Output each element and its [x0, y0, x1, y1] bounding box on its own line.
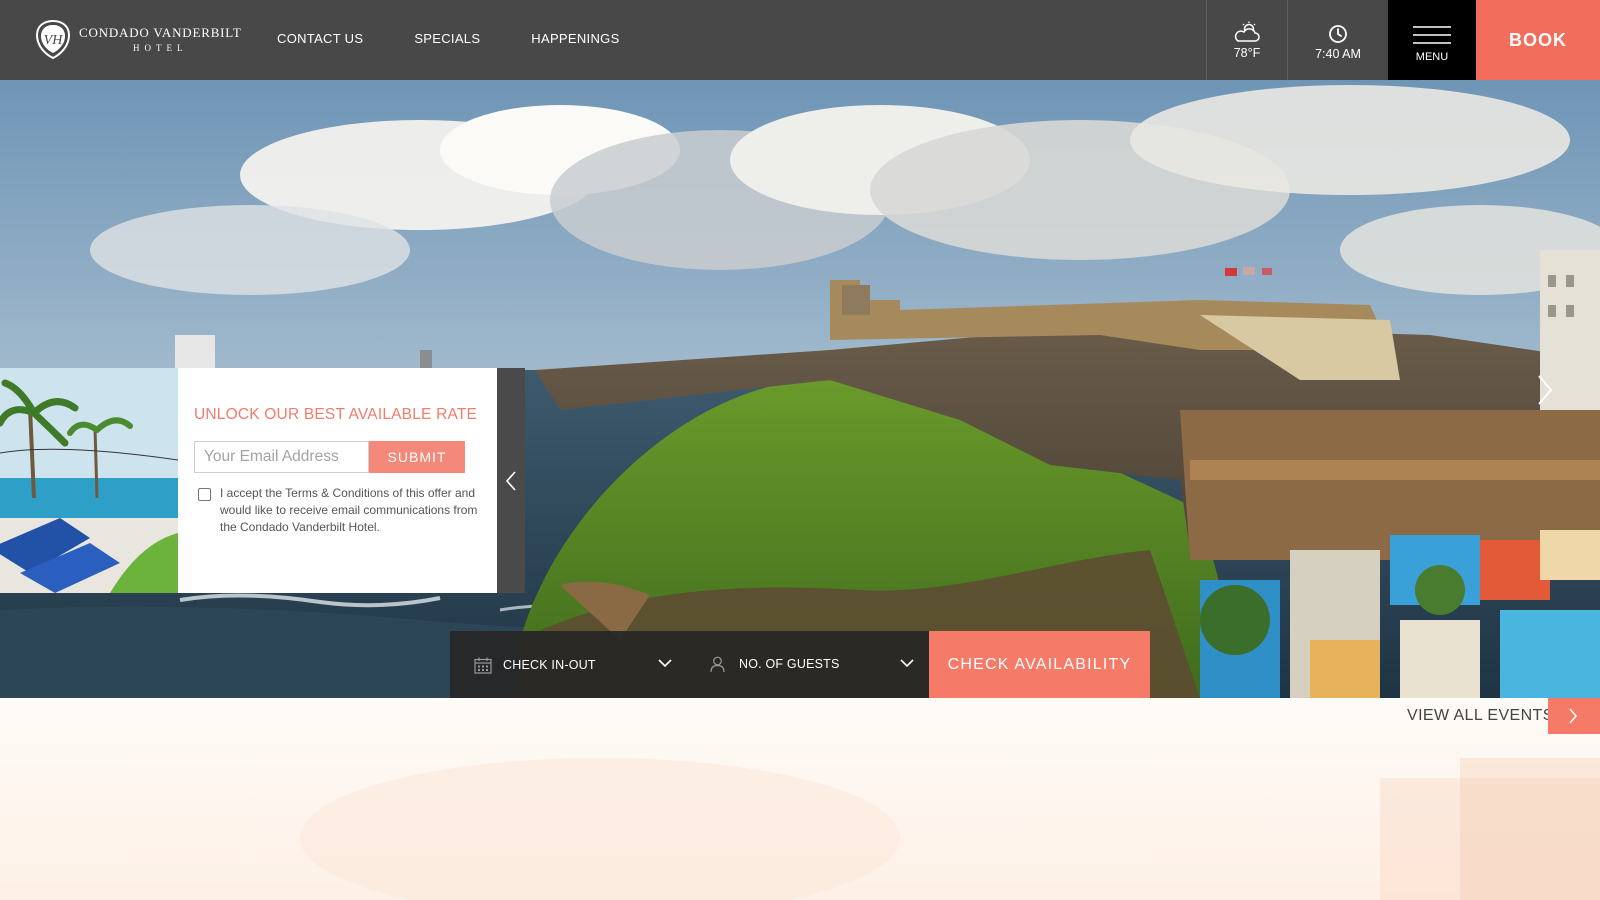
- chevron-down-icon: [900, 659, 914, 668]
- nav-specials[interactable]: SPECIALS: [414, 31, 480, 46]
- weather-widget: 78°F: [1206, 0, 1288, 80]
- guests-selector[interactable]: NO. OF GUESTS: [694, 631, 929, 698]
- check-in-out-label: CHECK IN-OUT: [503, 658, 596, 672]
- hotel-logo[interactable]: VH Condado Vanderbilt HOTEL: [32, 18, 242, 60]
- menu-button[interactable]: MENU: [1388, 0, 1476, 80]
- crest-icon: VH: [35, 19, 71, 60]
- offer-title: UNLOCK OUR BEST AVAILABLE RATE: [194, 406, 478, 423]
- view-all-events-button[interactable]: [1548, 698, 1600, 734]
- check-in-out-selector[interactable]: CHECK IN-OUT: [450, 631, 694, 698]
- chevron-left-icon: [505, 471, 516, 491]
- menu-label: MENU: [1415, 51, 1449, 63]
- cloud-sun-icon: [1234, 21, 1260, 42]
- terms-text: I accept the Terms & Conditions of this …: [220, 486, 478, 534]
- hamburger-icon: [1413, 26, 1451, 44]
- events-section: VIEW ALL EVENTS: [0, 698, 1600, 900]
- next-slide-arrow-icon[interactable]: [1530, 370, 1560, 410]
- offer-collapse-tab[interactable]: [497, 368, 525, 593]
- booking-bar: CHECK IN-OUT NO. OF GUESTS CHECK AVAILAB…: [450, 631, 1150, 698]
- site-header: VH Condado Vanderbilt HOTEL CONTACT US S…: [0, 0, 1600, 80]
- check-availability-button[interactable]: CHECK AVAILABILITY: [929, 631, 1150, 698]
- faded-background-image: [300, 758, 1600, 900]
- local-time: 7:40 AM: [1315, 47, 1361, 61]
- nav-happenings[interactable]: HAPPENINGS: [531, 31, 619, 46]
- rate-offer-card: UNLOCK OUR BEST AVAILABLE RATE SUBMIT I …: [178, 368, 497, 593]
- svg-text:VH: VH: [44, 33, 64, 48]
- terms-checkbox[interactable]: [198, 488, 211, 501]
- offer-photo: [0, 368, 178, 593]
- nav-contact-us[interactable]: CONTACT US: [277, 31, 363, 46]
- view-all-events-link[interactable]: VIEW ALL EVENTS: [1407, 707, 1554, 725]
- temperature: 78°F: [1233, 46, 1261, 60]
- guests-label: NO. OF GUESTS: [739, 657, 840, 671]
- logo-subtitle: HOTEL: [133, 43, 188, 53]
- logo-name: Condado Vanderbilt: [79, 25, 242, 40]
- book-button[interactable]: BOOK: [1476, 0, 1600, 80]
- local-time-widget: 7:40 AM: [1288, 0, 1388, 80]
- chevron-right-icon: [1569, 708, 1578, 724]
- main-nav: CONTACT US SPECIALS HAPPENINGS: [277, 31, 671, 46]
- chevron-down-icon: [658, 659, 672, 668]
- submit-button[interactable]: SUBMIT: [369, 441, 465, 473]
- clock-icon: [1329, 25, 1347, 43]
- calendar-icon: [474, 657, 492, 674]
- user-icon: [710, 656, 725, 673]
- email-field[interactable]: [194, 441, 369, 473]
